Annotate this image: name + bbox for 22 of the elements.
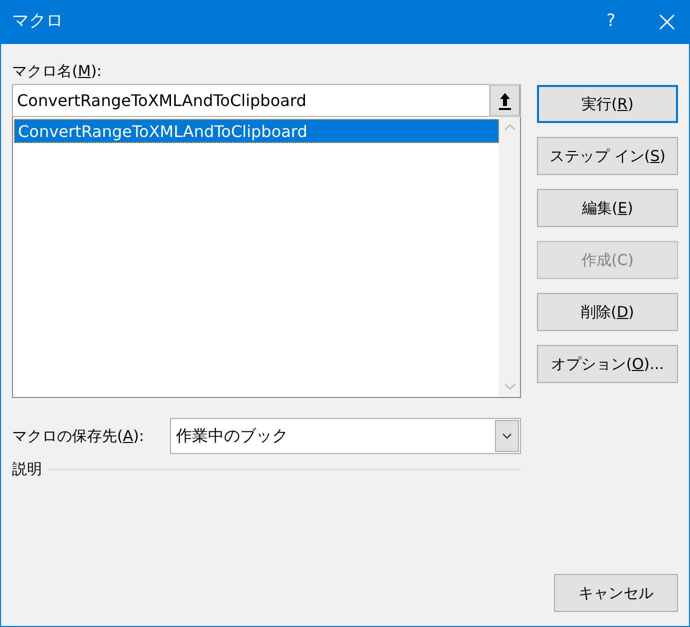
scrollbar[interactable] — [499, 117, 520, 397]
macro-list-item[interactable]: ConvertRangeToXMLAndToClipboard — [14, 119, 499, 143]
window-title: マクロ — [12, 10, 63, 34]
cancel-button[interactable]: キャンセル — [554, 574, 678, 612]
store-dropdown[interactable]: 作業中のブック — [170, 418, 521, 454]
chevron-down-icon — [502, 433, 512, 439]
action-button[interactable]: 実行(R) — [537, 85, 678, 123]
action-button[interactable]: 編集(E) — [537, 189, 678, 227]
macro-name-label: マクロ名(M): — [12, 61, 103, 82]
action-button[interactable]: ステップ イン(S) — [537, 137, 678, 175]
help-button[interactable]: ? — [588, 0, 634, 44]
scroll-up-icon[interactable] — [504, 123, 516, 131]
scroll-down-icon[interactable] — [504, 383, 516, 391]
description-label: 説明 — [12, 459, 42, 480]
close-icon — [659, 14, 675, 30]
action-button[interactable]: オプション(O)... — [537, 345, 678, 383]
up-arrow-icon — [499, 92, 511, 110]
macro-name-input[interactable]: ConvertRangeToXMLAndToClipboard — [13, 85, 489, 116]
dropdown-value: 作業中のブック — [175, 425, 289, 447]
store-location-label: マクロの保存先(A): — [12, 426, 146, 447]
collapse-button[interactable] — [489, 84, 521, 117]
action-button[interactable]: 削除(D) — [537, 293, 678, 331]
